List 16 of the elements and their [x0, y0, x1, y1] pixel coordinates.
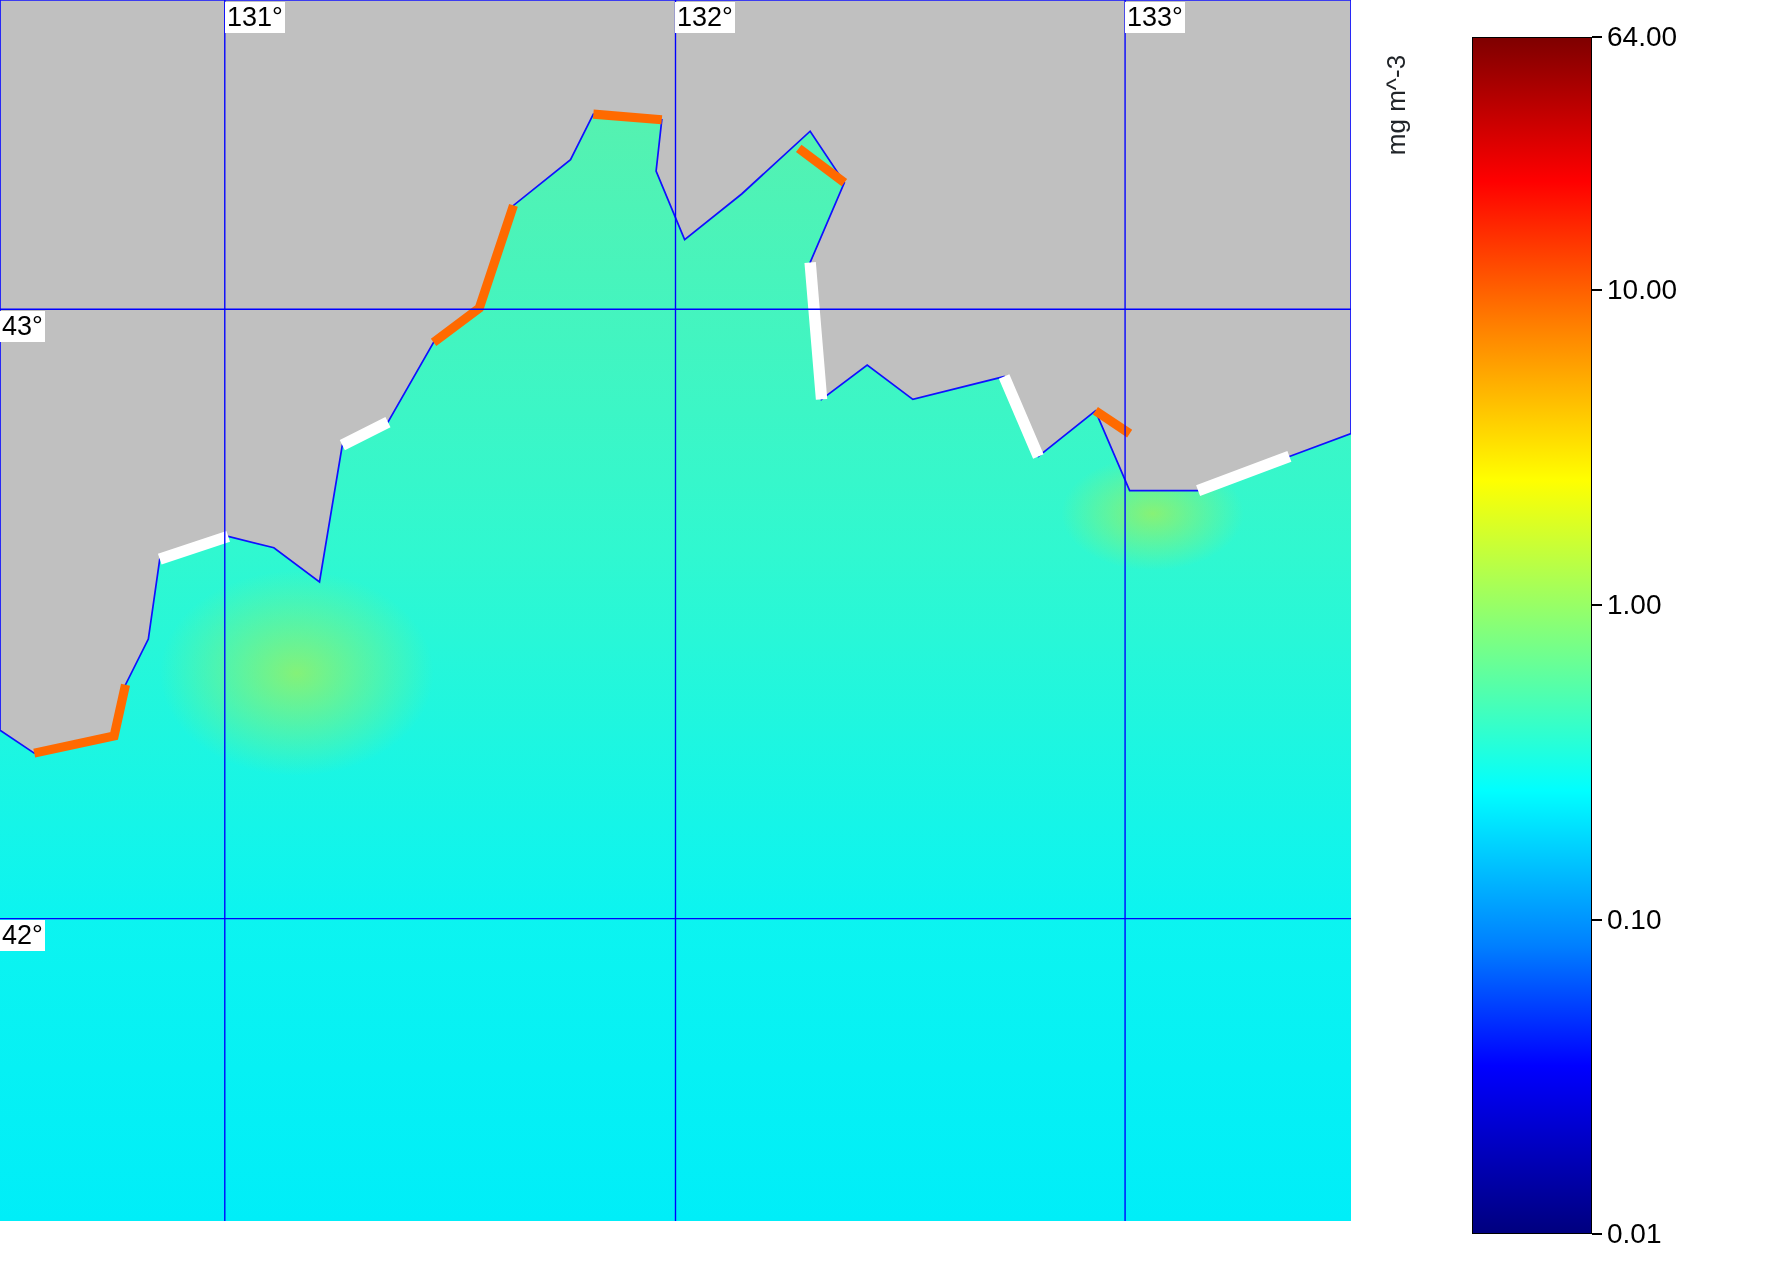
tick-label: 10.00: [1607, 276, 1678, 304]
longitude-label: 133°: [1125, 2, 1185, 33]
tick-label: 0.01: [1607, 1220, 1662, 1248]
tick-mark: [1592, 1233, 1602, 1235]
tick-label: 0.10: [1607, 906, 1662, 934]
tick-mark: [1592, 604, 1602, 606]
tick-mark: [1592, 36, 1602, 38]
tick-mark: [1592, 919, 1602, 921]
tick-mark: [1592, 289, 1602, 291]
tick-label: 64.00: [1607, 23, 1678, 51]
latitude-label: 42°: [0, 920, 45, 951]
unit-label: mg m^-3: [1379, 54, 1412, 156]
tick-label: 1.00: [1607, 591, 1662, 619]
longitude-label: 132°: [675, 2, 735, 33]
longitude-label: 131°: [225, 2, 285, 33]
latitude-label: 43°: [0, 311, 45, 342]
